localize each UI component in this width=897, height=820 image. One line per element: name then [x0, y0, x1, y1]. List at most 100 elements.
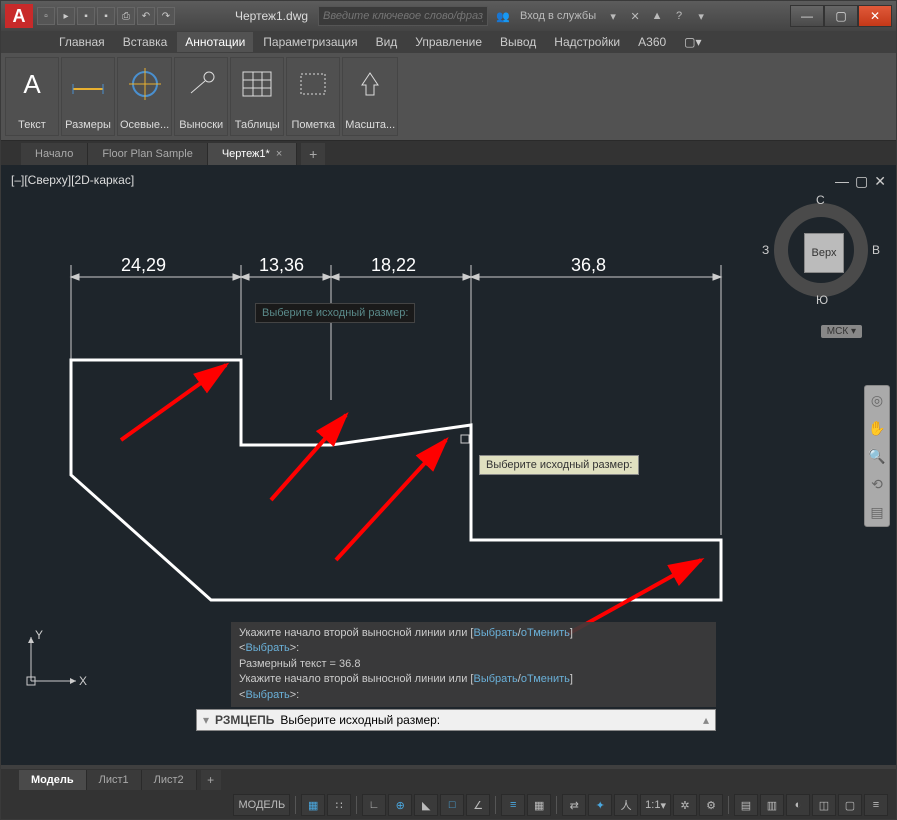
- file-tab-floorplan[interactable]: Floor Plan Sample: [88, 143, 208, 165]
- workspace-icon[interactable]: ⚙: [699, 794, 723, 816]
- minimize-button[interactable]: —: [790, 5, 824, 27]
- annovisibility-icon[interactable]: ✲: [673, 794, 697, 816]
- print-icon[interactable]: ⎙: [117, 7, 135, 25]
- exchange-icon[interactable]: ✕: [626, 7, 644, 25]
- cmdhist-line: Укажите начало второй выносной линии или…: [239, 626, 708, 641]
- tab-home[interactable]: Главная: [51, 32, 113, 52]
- ribbon-tabs: Главная Вставка Аннотации Параметризация…: [1, 31, 896, 53]
- isolate-icon[interactable]: ◫: [812, 794, 836, 816]
- iso-icon[interactable]: ◣: [414, 794, 438, 816]
- new-tab-button[interactable]: +: [301, 143, 325, 165]
- ortho-icon[interactable]: ∟: [362, 794, 386, 816]
- compass-n[interactable]: С: [816, 193, 825, 207]
- panel-tables[interactable]: Таблицы: [230, 57, 284, 136]
- add-layout-button[interactable]: +: [201, 770, 221, 790]
- panel-text[interactable]: A Текст: [5, 57, 59, 136]
- help-dropdown-icon[interactable]: ▾: [692, 7, 710, 25]
- tab-annotate[interactable]: Аннотации: [177, 32, 253, 52]
- compass-w[interactable]: З: [762, 243, 769, 257]
- panel-dimensions[interactable]: Размеры: [61, 57, 115, 136]
- model-space-button[interactable]: МОДЕЛЬ: [233, 794, 290, 816]
- panel-markup[interactable]: Пометка: [286, 57, 340, 136]
- navigation-bar: ◎ ✋ 🔍 ⟲ ▤: [864, 385, 890, 527]
- tab-manage[interactable]: Управление: [407, 32, 490, 52]
- cleanscreen-icon[interactable]: ▢: [838, 794, 862, 816]
- tab-insert[interactable]: Вставка: [115, 32, 176, 52]
- lineweight-icon[interactable]: ≡: [501, 794, 525, 816]
- status-bar: МОДЕЛЬ ▦ ∷ ∟ ⊕ ◣ □ ∠ ≡ ▦ ⇄ ✦ 人 1:1 ▾ ✲ ⚙…: [1, 791, 896, 819]
- save-icon[interactable]: ▪: [77, 7, 95, 25]
- orbit-icon[interactable]: ⟲: [867, 474, 887, 494]
- customize-icon[interactable]: ≡: [864, 794, 888, 816]
- drawing-viewport[interactable]: [–][Сверху][2D-каркас] — ▢ ✕ 24,29 13,36…: [1, 165, 896, 765]
- title-right-group: 👥 Вход в службы ▾ ✕ ▲ ? ▾: [494, 7, 710, 25]
- dimension-1: 24,29: [121, 255, 166, 275]
- document-title: Чертеж1.dwg: [235, 9, 308, 23]
- command-line[interactable]: ▾ РЗМЦЕПЬ Выберите исходный размер: ▴: [196, 709, 716, 731]
- text-icon: A: [12, 64, 52, 104]
- tab-parametric[interactable]: Параметризация: [255, 32, 365, 52]
- file-tab-current[interactable]: Чертеж1*×: [208, 143, 297, 165]
- search-input[interactable]: [318, 6, 488, 26]
- help-icon[interactable]: ?: [670, 7, 688, 25]
- ucs-icon[interactable]: X Y: [21, 625, 91, 695]
- tab-view[interactable]: Вид: [368, 32, 406, 52]
- dimension-icon: [68, 64, 108, 104]
- open-icon[interactable]: ▸: [57, 7, 75, 25]
- viewcube[interactable]: Верх С Ю В З: [766, 195, 876, 305]
- transparency-icon[interactable]: ▦: [527, 794, 551, 816]
- tab-close-icon[interactable]: ×: [276, 148, 282, 160]
- app-logo-icon[interactable]: A: [5, 4, 33, 28]
- layout-tab-sheet2[interactable]: Лист2: [142, 770, 197, 790]
- layout-tab-model[interactable]: Модель: [19, 770, 87, 790]
- fullnav-icon[interactable]: ◎: [867, 390, 887, 410]
- tab-output[interactable]: Вывод: [492, 32, 544, 52]
- showmotion-icon[interactable]: ▤: [867, 502, 887, 522]
- tab-addins[interactable]: Надстройки: [546, 32, 628, 52]
- snap-icon[interactable]: ∷: [327, 794, 351, 816]
- a360-icon[interactable]: ▲: [648, 7, 666, 25]
- viewcube-top-face[interactable]: Верх: [804, 233, 844, 273]
- annomonitor-icon[interactable]: ✦: [588, 794, 612, 816]
- annotation-arrow: [336, 440, 446, 560]
- drawing-polyline[interactable]: [71, 360, 721, 600]
- pan-icon[interactable]: ✋: [867, 418, 887, 438]
- otrack-icon[interactable]: ∠: [466, 794, 490, 816]
- file-tabs: Начало Floor Plan Sample Чертеж1*× +: [1, 141, 896, 165]
- compass-e[interactable]: В: [872, 243, 880, 257]
- grid-icon[interactable]: ▦: [301, 794, 325, 816]
- dropdown-icon[interactable]: ▾: [604, 7, 622, 25]
- annoscale-icon[interactable]: 人: [614, 794, 638, 816]
- scale-button[interactable]: 1:1 ▾: [640, 794, 671, 816]
- panel-annoscale[interactable]: Масшта...: [342, 57, 398, 136]
- units-icon[interactable]: ▤: [734, 794, 758, 816]
- maximize-button[interactable]: ▢: [824, 5, 858, 27]
- dimension-3: 18,22: [371, 255, 416, 275]
- close-button[interactable]: ✕: [858, 5, 892, 27]
- wcs-button[interactable]: МСК ▾: [821, 325, 862, 338]
- tab-a360[interactable]: A360: [630, 32, 674, 52]
- cycling-icon[interactable]: ⇄: [562, 794, 586, 816]
- new-icon[interactable]: ▫: [37, 7, 55, 25]
- osnap-icon[interactable]: □: [440, 794, 464, 816]
- zoom-icon[interactable]: 🔍: [867, 446, 887, 466]
- signin-button[interactable]: Вход в службы: [516, 10, 600, 22]
- app-window: A ▫ ▸ ▪ ▪ ⎙ ↶ ↷ Чертеж1.dwg 👥 Вход в слу…: [0, 0, 897, 820]
- markup-icon: [293, 64, 333, 104]
- layout-tab-sheet1[interactable]: Лист1: [87, 770, 142, 790]
- redo-icon[interactable]: ↷: [157, 7, 175, 25]
- hardware-icon[interactable]: ◐: [786, 794, 810, 816]
- cmdline-expand-icon[interactable]: ▴: [703, 713, 709, 727]
- compass-s[interactable]: Ю: [816, 293, 828, 307]
- tab-featured[interactable]: ▢▾: [676, 32, 709, 52]
- cmdline-dropdown-icon[interactable]: ▾: [203, 713, 209, 727]
- quickprops-icon[interactable]: ▥: [760, 794, 784, 816]
- undo-icon[interactable]: ↶: [137, 7, 155, 25]
- polar-icon[interactable]: ⊕: [388, 794, 412, 816]
- saveas-icon[interactable]: ▪: [97, 7, 115, 25]
- file-tab-start[interactable]: Начало: [21, 143, 88, 165]
- infocenter-icon[interactable]: 👥: [494, 7, 512, 25]
- panel-centerlines[interactable]: Осевые...: [117, 57, 172, 136]
- panel-leaders[interactable]: Выноски: [174, 57, 228, 136]
- annotation-arrow: [121, 365, 226, 440]
